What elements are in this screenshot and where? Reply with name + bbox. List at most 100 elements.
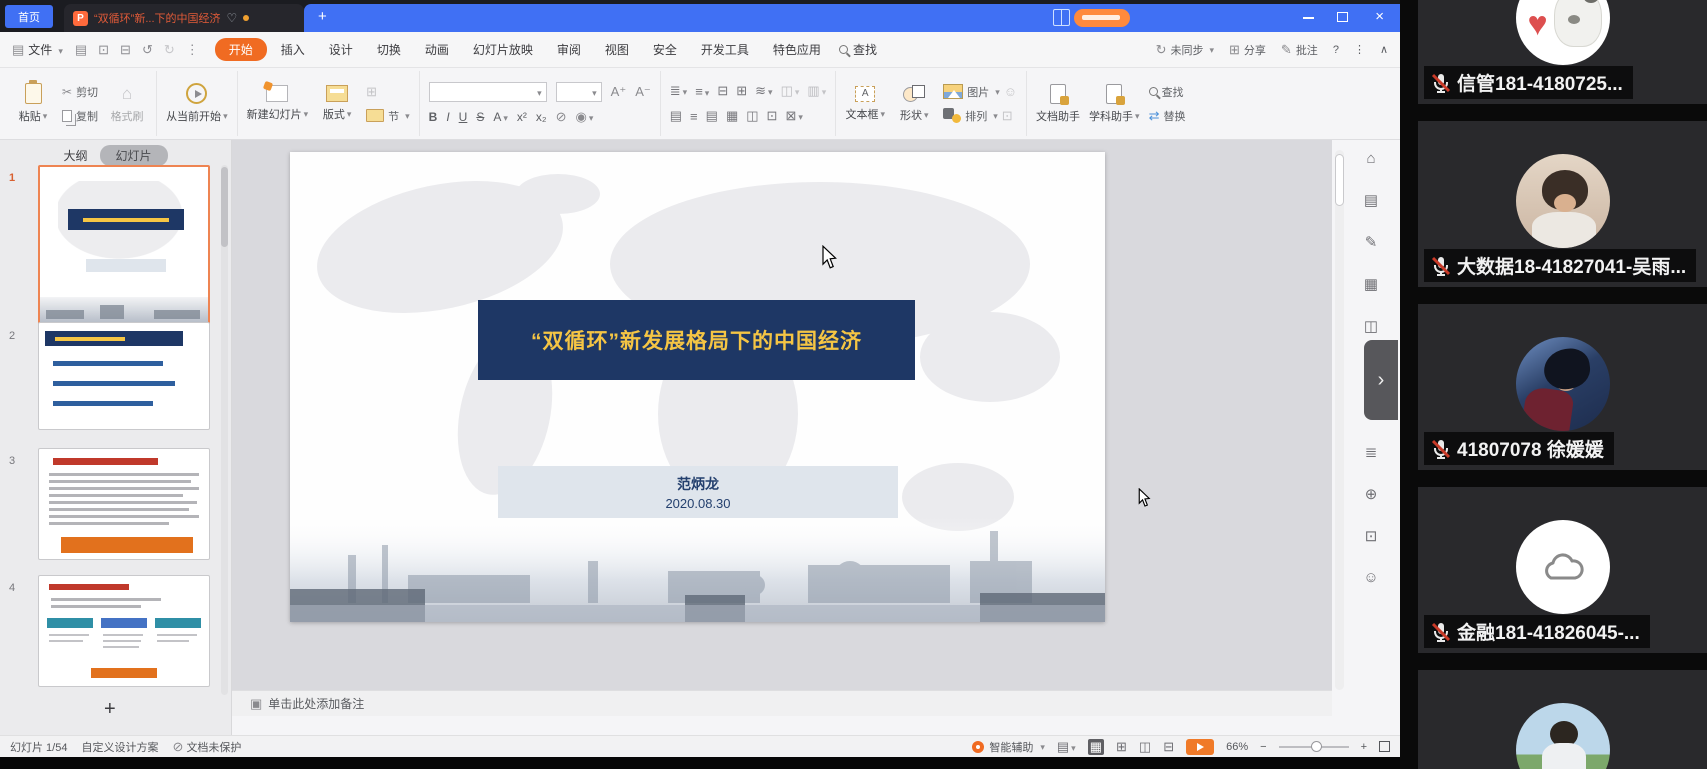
clear-format-icon[interactable]: ⊘ (556, 109, 567, 125)
help-icon[interactable]: ? (1333, 44, 1339, 56)
text-direction-icon[interactable]: ◫ (781, 83, 800, 99)
italic-button[interactable]: I (446, 110, 449, 124)
home-button[interactable]: 首页 (5, 5, 53, 28)
text-effects-icon[interactable]: ◉ (575, 109, 593, 125)
align-top-icon[interactable]: ⊡ (767, 108, 778, 124)
tab-special-features[interactable]: 特色应用 (761, 38, 833, 61)
select-pane-icon[interactable]: ⊡ (1002, 108, 1013, 124)
fit-to-window-icon[interactable] (1379, 741, 1390, 752)
handout-view-icon[interactable]: ⊟ (1163, 739, 1174, 755)
slide-author-box[interactable]: 范炳龙 2020.08.30 (498, 466, 898, 518)
more-icon[interactable]: ⋮ (186, 42, 199, 58)
superscript-button[interactable]: x² (517, 110, 527, 124)
font-size-combobox[interactable] (556, 82, 602, 102)
minimize-button[interactable] (1303, 17, 1314, 19)
align-objects-icon[interactable]: ⊠ (785, 108, 802, 124)
pages-rail-icon[interactable]: ▤ (1364, 191, 1378, 209)
columns-icon[interactable]: ▥ (807, 83, 826, 99)
comment-button[interactable]: ✎批注 (1281, 42, 1318, 58)
shapes-button[interactable]: 形状 (894, 85, 934, 123)
tab-insert[interactable]: 插入 (269, 38, 317, 61)
zoom-slider-handle[interactable] (1311, 741, 1322, 752)
chart-rail-icon[interactable]: ≣ (1365, 443, 1378, 461)
more-menu-icon[interactable]: ⋮ (1354, 43, 1365, 56)
sorter-view-icon[interactable]: ⊞ (1116, 739, 1127, 755)
save-icon[interactable]: ▤ (75, 42, 87, 58)
distribute-icon[interactable]: ◫ (746, 108, 758, 124)
zoom-in-icon[interactable]: + (1361, 741, 1367, 753)
copy-button[interactable]: 复制 (62, 108, 98, 124)
print-icon[interactable]: ⊡ (98, 42, 109, 58)
tab-animation[interactable]: 动画 (413, 38, 461, 61)
sync-status[interactable]: ↻未同步 (1156, 42, 1214, 58)
decrease-font-icon[interactable]: A⁻ (635, 84, 651, 100)
bullets-icon[interactable]: ≣ (670, 83, 687, 99)
undo-icon[interactable]: ↺ (142, 42, 153, 58)
cut-button[interactable]: ✂剪切 (62, 84, 98, 100)
notes-bar[interactable]: ▣ 单击此处添加备注 (232, 690, 1332, 716)
icons-library-icon[interactable]: ☺ (1004, 84, 1017, 99)
increase-font-icon[interactable]: A⁺ (611, 84, 627, 100)
participant-tile[interactable]: 大数据18-41827041-吴雨... (1418, 121, 1707, 287)
slideshow-play-button[interactable] (1186, 739, 1214, 755)
share-button[interactable]: ⊞分享 (1229, 42, 1266, 58)
align-center-icon[interactable]: ≡ (690, 109, 698, 124)
zoom-out-icon[interactable]: − (1260, 741, 1266, 753)
font-color-button[interactable]: A (493, 110, 508, 124)
tab-transition[interactable]: 切换 (365, 38, 413, 61)
paste-button[interactable]: 粘贴 (13, 83, 53, 124)
export-icon[interactable]: ⊟ (120, 42, 131, 58)
text-box-button[interactable]: A文本框 (845, 86, 885, 122)
sound-rail-icon[interactable]: ⊕ (1365, 485, 1378, 503)
tab-security[interactable]: 安全 (641, 38, 689, 61)
slide-thumbnail-4[interactable] (38, 575, 210, 687)
layout-button[interactable]: 版式 (317, 85, 357, 122)
tab-design[interactable]: 设计 (317, 38, 365, 61)
thumbnail-scrollbar[interactable] (221, 165, 228, 695)
align-right-icon[interactable]: ▤ (706, 108, 718, 124)
zoom-slider[interactable] (1279, 746, 1349, 748)
find-button[interactable]: 查找 (1149, 84, 1186, 100)
subject-assistant-button[interactable]: 学科助手 (1089, 84, 1140, 124)
qr-rail-icon[interactable]: ▦ (1364, 275, 1378, 293)
numbering-icon[interactable]: ≡ (695, 84, 709, 99)
tab-view[interactable]: 视图 (593, 38, 641, 61)
participant-tile[interactable]: 金融181-41826045-... (1418, 487, 1707, 653)
promo-badge[interactable] (1074, 9, 1130, 27)
tab-outline[interactable]: 大纲 (63, 147, 87, 164)
justify-icon[interactable]: ▦ (726, 108, 738, 124)
slide-canvas[interactable]: “双循环”新发展格局下的中国经济 范炳龙 2020.08.30 (290, 152, 1105, 622)
zoom-level[interactable]: 66% (1226, 741, 1248, 753)
tab-home[interactable]: 开始 (215, 38, 267, 61)
normal-view-icon[interactable]: ▦ (1088, 739, 1104, 755)
slide-title-banner[interactable]: “双循环”新发展格局下的中国经济 (478, 300, 915, 380)
bold-button[interactable]: B (429, 110, 438, 124)
slide-thumbnail-3[interactable] (38, 448, 210, 560)
reset-button[interactable]: ⊞ (366, 84, 410, 100)
line-spacing-icon[interactable]: ≋ (755, 83, 772, 99)
indent-decrease-icon[interactable]: ⊟ (717, 83, 728, 99)
style-rail-icon[interactable]: ✎ (1365, 233, 1378, 251)
add-slide-button[interactable]: + (104, 698, 116, 721)
history-rail-icon[interactable]: ⊡ (1365, 527, 1378, 545)
play-from-current-button[interactable]: 从当前开始 (166, 83, 228, 124)
tab-devtools[interactable]: 开发工具 (689, 38, 761, 61)
font-name-combobox[interactable] (429, 82, 547, 102)
arrange-button[interactable]: 排列⊡ (943, 108, 1017, 124)
vertical-scrollbar[interactable] (1335, 150, 1344, 690)
slide-thumbnail-1[interactable] (38, 165, 210, 325)
tab-slides[interactable]: 幻灯片 (100, 145, 168, 166)
notes-view-icon[interactable]: ▤ (1057, 739, 1076, 755)
replace-button[interactable]: ⇄替换 (1149, 108, 1186, 124)
participant-tile[interactable]: ♥ 信管181-4180725... (1418, 0, 1707, 104)
section-button[interactable]: 节 (366, 108, 410, 124)
tab-slideshow[interactable]: 幻灯片放映 (461, 38, 545, 61)
protection-status[interactable]: ⊘ 文档未保护 (172, 739, 241, 755)
panel-collapse-handle[interactable]: › (1364, 340, 1398, 420)
design-scheme[interactable]: 自定义设计方案 (81, 739, 158, 755)
workspace-grid-icon[interactable] (1053, 9, 1070, 26)
tab-review[interactable]: 审阅 (545, 38, 593, 61)
doc-assistant-button[interactable]: 文档助手 (1036, 84, 1080, 124)
format-painter-button[interactable]: ⌂格式刷 (107, 84, 147, 124)
participant-tile[interactable]: 41807078 徐媛媛 (1418, 304, 1707, 470)
